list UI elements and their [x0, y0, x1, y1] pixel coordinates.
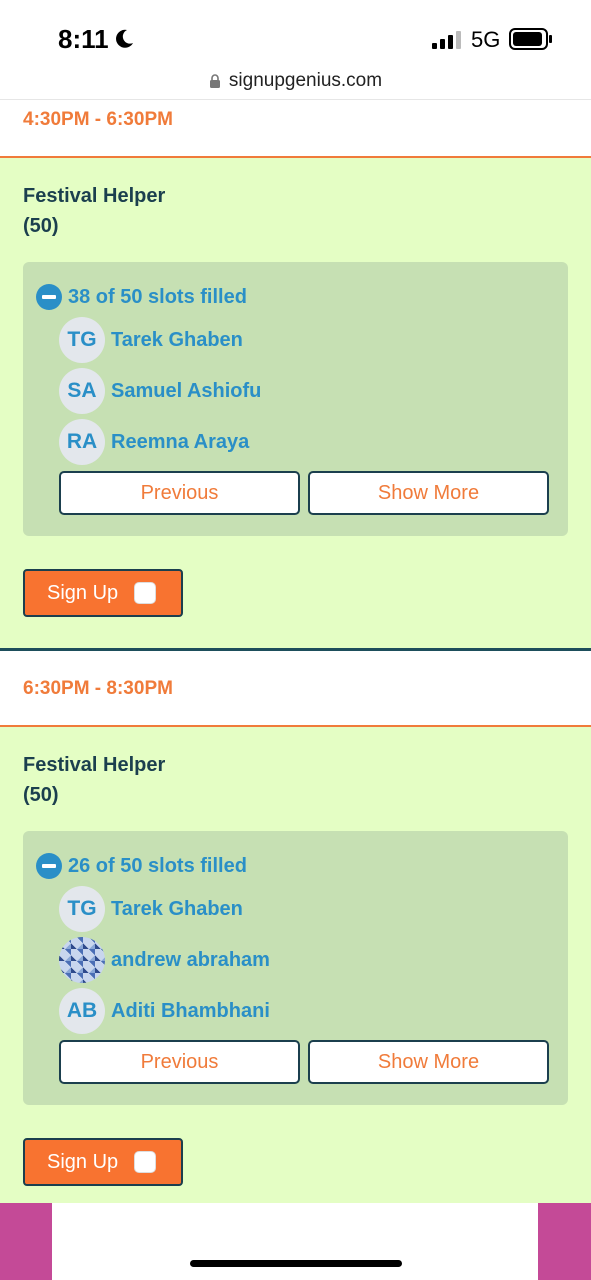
filled-count: 38 of 50 slots filled: [68, 285, 247, 308]
moon-icon: [116, 29, 133, 48]
participant[interactable]: andrew abraham: [59, 937, 270, 983]
participant-name[interactable]: Tarek Ghaben: [111, 329, 243, 352]
filled-count: 26 of 50 slots filled: [68, 854, 247, 877]
filled-slots-panel: 38 of 50 slots filled TG Tarek Ghaben SA…: [23, 262, 568, 536]
slot-title: Festival Helper (50): [23, 181, 165, 241]
avatar: SA: [59, 368, 105, 414]
footer-left-stripe: [0, 1203, 52, 1280]
participant-name[interactable]: Reemna Araya: [111, 431, 249, 454]
participant-name[interactable]: andrew abraham: [111, 949, 270, 972]
sign-up-label: Sign Up: [47, 1150, 119, 1173]
show-more-button[interactable]: Show More: [308, 1040, 549, 1084]
slot-capacity: (50): [23, 784, 59, 806]
sign-up-button[interactable]: Sign Up: [23, 569, 183, 617]
participant[interactable]: AB Aditi Bhambhani: [59, 988, 270, 1034]
slot-capacity: (50): [23, 215, 59, 237]
sign-up-button[interactable]: Sign Up: [23, 1138, 183, 1186]
participant[interactable]: TG Tarek Ghaben: [59, 317, 243, 363]
participant-name[interactable]: Tarek Ghaben: [111, 898, 243, 921]
time-range: 6:30PM - 8:30PM: [23, 678, 173, 699]
participant[interactable]: SA Samuel Ashiofu: [59, 368, 261, 414]
slot-title-text: Festival Helper: [23, 185, 166, 207]
lock-icon: [209, 73, 220, 88]
slot-title: Festival Helper (50): [23, 750, 165, 810]
participant-name[interactable]: Samuel Ashiofu: [111, 380, 261, 403]
clock: 8:11: [58, 24, 109, 54]
filled-slots-panel: 26 of 50 slots filled TG Tarek Ghaben an…: [23, 831, 568, 1105]
slot-section: Festival Helper (50) 26 of 50 slots fill…: [0, 727, 591, 1203]
sign-up-checkbox[interactable]: [134, 582, 157, 604]
show-more-button[interactable]: Show More: [308, 471, 549, 515]
collapse-icon[interactable]: [36, 284, 62, 310]
footer-right-stripe: [538, 1203, 591, 1280]
avatar: RA: [59, 419, 105, 465]
time-slot-header: 4:30PM - 6:30PM: [0, 100, 591, 158]
participant-name[interactable]: Aditi Bhambhani: [111, 1000, 270, 1023]
participant[interactable]: RA Reemna Araya: [59, 419, 249, 465]
avatar: TG: [59, 317, 105, 363]
avatar: TG: [59, 886, 105, 932]
signal-icon: [432, 31, 461, 49]
time-slot-header: 6:30PM - 8:30PM: [0, 651, 591, 727]
url-bar[interactable]: signupgenius.com: [0, 62, 591, 100]
network-type: 5G: [471, 27, 501, 52]
collapse-icon[interactable]: [36, 853, 62, 879]
filled-toggle[interactable]: 38 of 50 slots filled: [36, 284, 247, 310]
status-bar: 8:11 5G: [0, 0, 591, 62]
participant[interactable]: TG Tarek Ghaben: [59, 886, 243, 932]
sign-up-label: Sign Up: [47, 581, 119, 604]
time-range: 4:30PM - 6:30PM: [23, 109, 173, 130]
footer: [0, 1203, 591, 1280]
battery-icon: [509, 28, 552, 50]
filled-toggle[interactable]: 26 of 50 slots filled: [36, 853, 247, 879]
previous-button[interactable]: Previous: [59, 471, 300, 515]
avatar: AB: [59, 988, 105, 1034]
slot-section: Festival Helper (50) 38 of 50 slots fill…: [0, 158, 591, 651]
sign-up-checkbox[interactable]: [134, 1151, 157, 1173]
home-indicator[interactable]: [190, 1260, 402, 1267]
url-text: signupgenius.com: [228, 69, 383, 91]
slot-title-text: Festival Helper: [23, 754, 166, 776]
avatar-image: [59, 937, 105, 983]
previous-button[interactable]: Previous: [59, 1040, 300, 1084]
